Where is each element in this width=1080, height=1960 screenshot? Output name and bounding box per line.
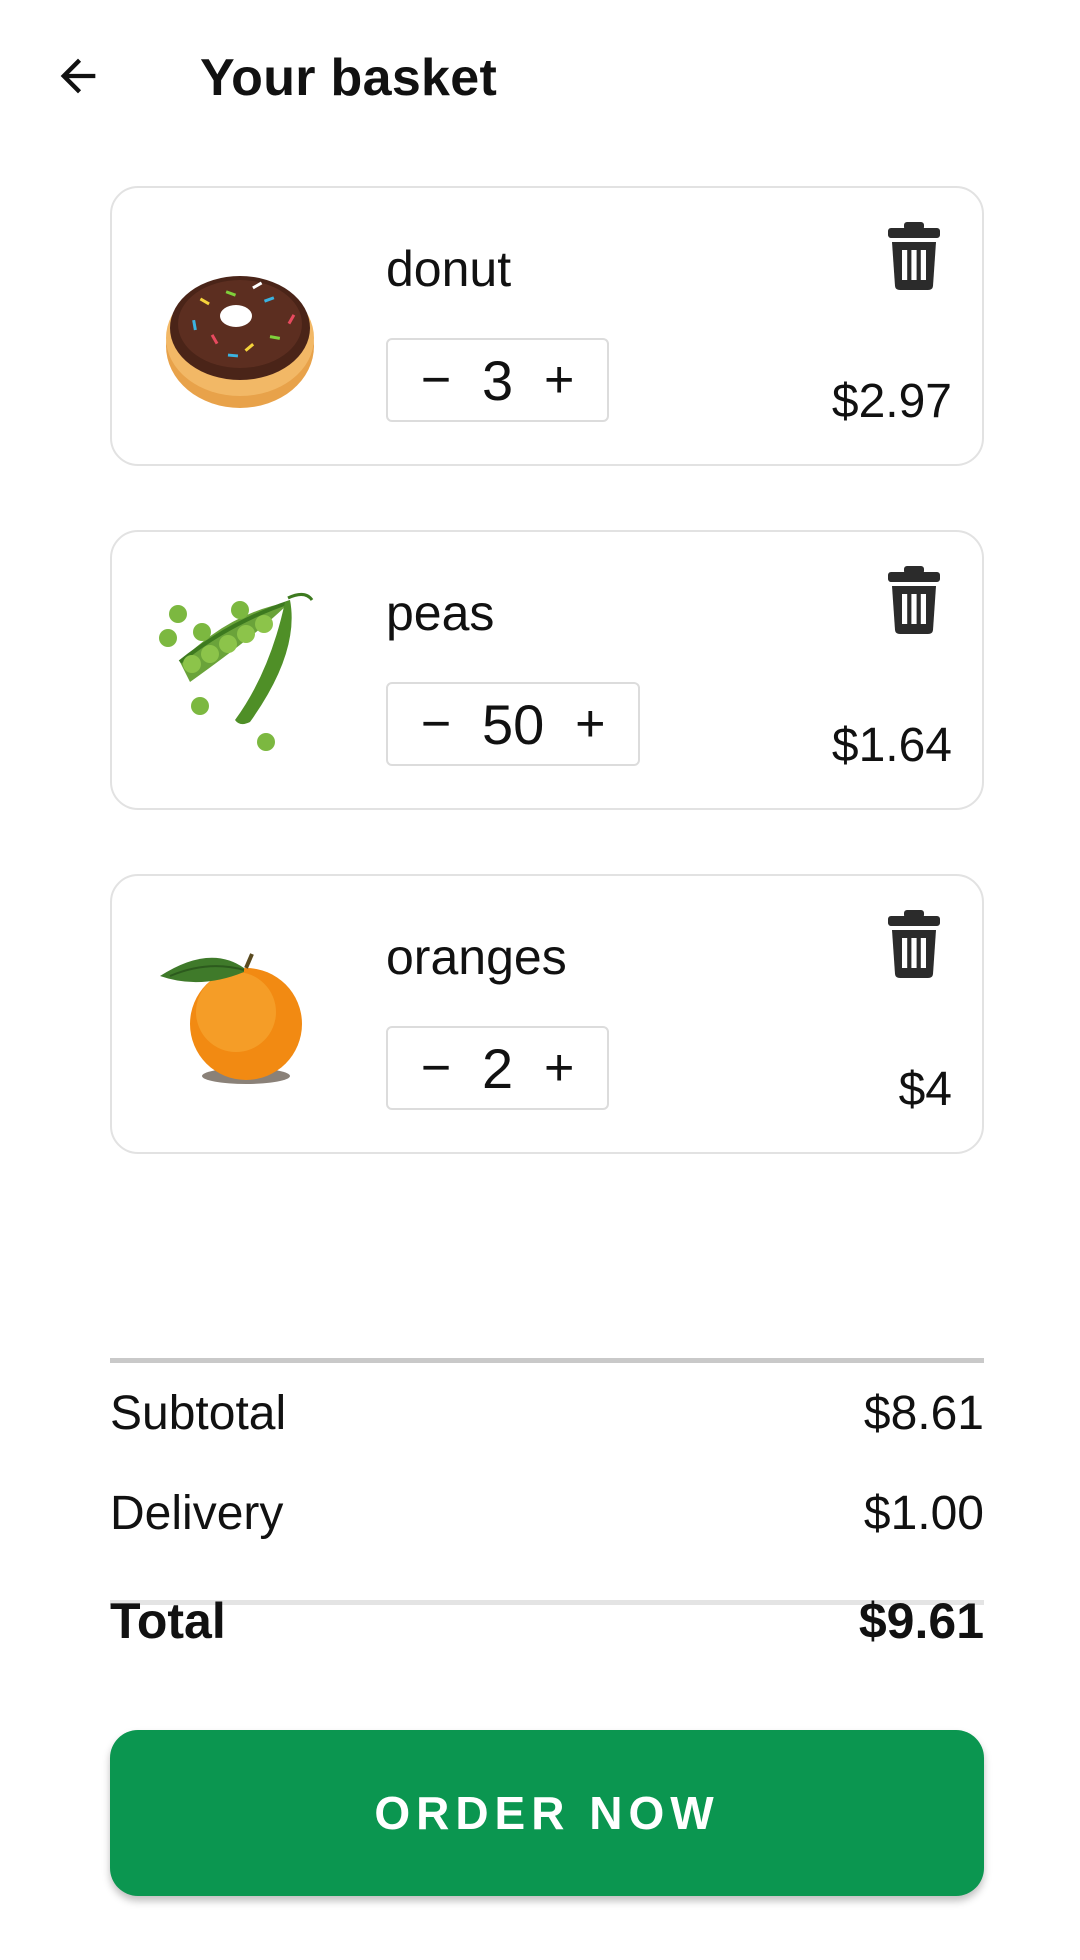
delivery-value: $1.00 xyxy=(863,1487,984,1540)
arrow-left-icon xyxy=(60,58,96,94)
app-header: Your basket xyxy=(0,0,1080,150)
delete-button[interactable] xyxy=(882,906,946,982)
subtotal-value: $8.61 xyxy=(863,1387,984,1440)
donut-image xyxy=(140,228,340,428)
trash-icon xyxy=(888,222,940,290)
peas-image xyxy=(140,572,340,772)
basket-item-donut: donut − 3 + $2.97 xyxy=(110,186,984,466)
item-price: $4 xyxy=(898,1063,952,1116)
quantity-value: 3 xyxy=(482,348,514,412)
increase-button[interactable]: + xyxy=(527,1028,591,1108)
quantity-stepper: − 2 + xyxy=(386,1026,610,1110)
delete-button[interactable] xyxy=(882,562,946,638)
delivery-label: Delivery xyxy=(110,1487,284,1540)
increase-button[interactable]: + xyxy=(558,684,622,764)
item-price: $1.64 xyxy=(831,719,952,772)
orange-image xyxy=(140,916,340,1116)
back-button[interactable] xyxy=(40,38,116,114)
order-now-button[interactable]: ORDER NOW xyxy=(110,1730,984,1896)
quantity-value: 2 xyxy=(482,1036,514,1100)
trash-icon xyxy=(888,566,940,634)
page-title: Your basket xyxy=(200,49,498,107)
item-price: $2.97 xyxy=(831,375,952,428)
delivery-row: Delivery $1.00 xyxy=(110,1486,984,1541)
decrease-button[interactable]: − xyxy=(404,1028,468,1108)
item-name: donut xyxy=(386,241,512,297)
total-value: $9.61 xyxy=(858,1593,984,1649)
subtotal-row: Subtotal $8.61 xyxy=(110,1386,984,1441)
total-row: Total $9.61 xyxy=(110,1592,984,1650)
quantity-value: 50 xyxy=(482,692,545,756)
basket-item-peas: peas − 50 + $1.64 xyxy=(110,530,984,810)
summary-divider xyxy=(110,1358,984,1363)
basket-item-oranges: oranges − 2 + $4 xyxy=(110,874,984,1154)
decrease-button[interactable]: − xyxy=(404,340,468,420)
trash-icon xyxy=(888,910,940,978)
total-label: Total xyxy=(110,1593,226,1649)
quantity-stepper: − 50 + xyxy=(386,682,641,766)
item-name: oranges xyxy=(386,929,567,985)
delete-button[interactable] xyxy=(882,218,946,294)
quantity-stepper: − 3 + xyxy=(386,338,610,422)
decrease-button[interactable]: − xyxy=(404,684,468,764)
increase-button[interactable]: + xyxy=(527,340,591,420)
item-name: peas xyxy=(386,585,495,641)
subtotal-label: Subtotal xyxy=(110,1387,287,1440)
